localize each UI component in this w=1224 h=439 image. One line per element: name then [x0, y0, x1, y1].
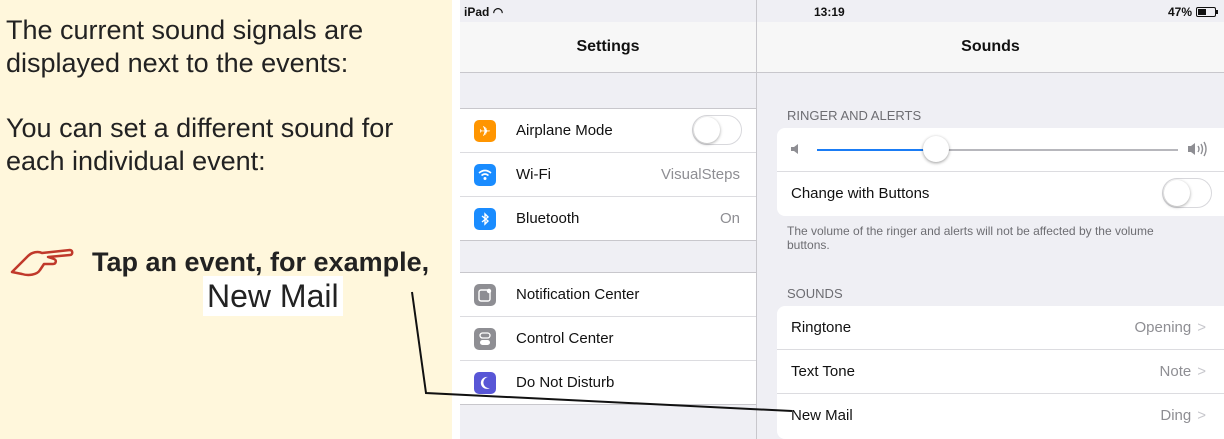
chevron-right-icon: > — [1197, 319, 1206, 336]
text-tone-label: Text Tone — [791, 363, 855, 380]
wifi-icon — [474, 164, 496, 186]
do-not-disturb-label: Do Not Disturb — [516, 374, 615, 391]
ipad-screen: Settings ✈ Airplane Mode Wi-Fi VisualSte… — [460, 0, 1224, 439]
wifi-network-value: VisualSteps — [661, 166, 740, 183]
battery-status: 47% — [1167, 5, 1218, 19]
change-with-buttons-row: Change with Buttons — [777, 172, 1224, 215]
text-tone-value-text: Note — [1159, 363, 1192, 380]
intro-text: The current sound signals are displayed … — [6, 15, 364, 78]
sounds-header: Sounds — [757, 22, 1224, 73]
settings-group-system: Notification Center Control Center Do No… — [460, 272, 756, 405]
airplane-icon: ✈ — [474, 120, 496, 142]
sounds-group: Ringtone Opening > Text Tone Note > New Ma… — [777, 306, 1224, 439]
text-tone-value: Note > — [1160, 363, 1206, 380]
ringer-volume-slider[interactable] — [817, 149, 1178, 151]
airplane-mode-toggle[interactable] — [692, 115, 742, 145]
chevron-right-icon: > — [1197, 363, 1206, 380]
tap-instruction: Tap an event, for example, — [92, 246, 429, 278]
bluetooth-label: Bluetooth — [516, 210, 580, 227]
settings-item-do-not-disturb[interactable]: Do Not Disturb — [460, 361, 756, 404]
sound-row-text-tone[interactable]: Text Tone Note > — [777, 350, 1224, 394]
device-label: iPad ◠ — [464, 5, 503, 19]
wifi-status-icon: ◠ — [492, 5, 504, 19]
volume-low-icon — [791, 144, 798, 154]
sounds-section-title: SOUNDS — [787, 286, 843, 301]
instruction-text: You can set a different sound for each i… — [6, 113, 394, 176]
control-center-icon — [474, 328, 496, 350]
ringtone-value-text: Opening — [1134, 319, 1192, 336]
sounds-detail-pane: Sounds RINGER AND ALERTS Change with But… — [757, 0, 1224, 439]
pointing-hand-icon — [10, 248, 74, 277]
settings-item-bluetooth[interactable]: Bluetooth On — [460, 197, 756, 240]
bluetooth-icon — [474, 208, 496, 230]
settings-item-wifi[interactable]: Wi-Fi VisualSteps — [460, 153, 756, 197]
ringtone-label: Ringtone — [791, 319, 852, 336]
moon-icon — [474, 372, 496, 394]
ringer-volume-row — [777, 128, 1224, 172]
sounds-title: Sounds — [961, 38, 1020, 55]
ringer-volume-thumb[interactable] — [923, 136, 950, 162]
settings-item-control-center[interactable]: Control Center — [460, 317, 756, 361]
battery-percent: 47% — [1167, 5, 1192, 19]
ringer-volume-fill — [817, 149, 937, 151]
new-mail-value: Ding > — [1160, 407, 1206, 424]
battery-icon — [1196, 7, 1218, 17]
settings-header: Settings — [460, 22, 756, 73]
settings-title: Settings — [576, 38, 640, 55]
change-with-buttons-toggle[interactable] — [1162, 178, 1212, 208]
ringer-section-title: RINGER AND ALERTS — [787, 108, 922, 123]
wifi-label: Wi-Fi — [516, 166, 551, 183]
sound-row-new-mail[interactable]: New Mail Ding > — [777, 394, 1224, 437]
notification-center-icon — [474, 284, 496, 306]
instruction-panel: The current sound signals are displayed … — [0, 0, 452, 439]
device-name: iPad — [464, 5, 490, 19]
toggle-knob — [694, 117, 720, 143]
bluetooth-value: On — [719, 210, 740, 227]
change-with-buttons-label: Change with Buttons — [791, 185, 930, 202]
chevron-right-icon: > — [1197, 407, 1206, 424]
ringtone-value: Opening > — [1135, 319, 1206, 336]
new-mail-label: New Mail — [791, 407, 853, 424]
ringer-group: Change with Buttons — [777, 128, 1224, 216]
status-bar: iPad ◠ 13:19 47% — [460, 0, 1224, 22]
settings-item-airplane-mode[interactable]: ✈ Airplane Mode — [460, 109, 756, 153]
target-event-label: New Mail — [203, 276, 343, 316]
toggle-knob — [1164, 180, 1190, 206]
status-time: 13:19 — [814, 5, 845, 19]
ringer-footer-note: The volume of the ringer and alerts will… — [787, 224, 1154, 252]
new-mail-value-text: Ding — [1160, 407, 1192, 424]
volume-high-icon — [1188, 141, 1207, 157]
notification-center-label: Notification Center — [516, 286, 640, 303]
sound-row-ringtone[interactable]: Ringtone Opening > — [777, 306, 1224, 350]
settings-item-notification-center[interactable]: Notification Center — [460, 273, 756, 317]
settings-master-pane: Settings ✈ Airplane Mode Wi-Fi VisualSte… — [460, 0, 757, 439]
tap-action-text: Tap an event, for example, — [92, 247, 430, 277]
airplane-mode-label: Airplane Mode — [516, 122, 613, 139]
settings-group-connectivity: ✈ Airplane Mode Wi-Fi VisualSteps Blueto… — [460, 108, 756, 241]
control-center-label: Control Center — [516, 330, 614, 347]
